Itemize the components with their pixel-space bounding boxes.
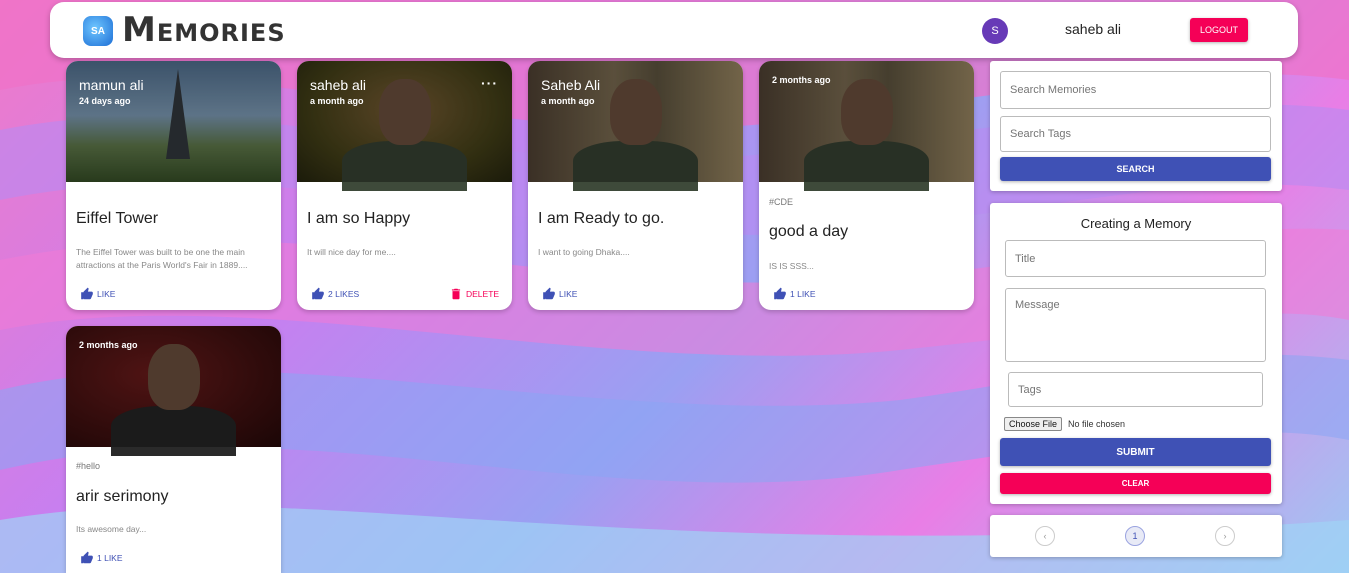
logo-icon: SA <box>83 16 113 46</box>
delete-button[interactable]: DELETE <box>449 287 499 301</box>
like-label: 1 LIKE <box>97 553 123 563</box>
search-button[interactable]: SEARCH <box>1000 157 1271 181</box>
avatar[interactable]: S <box>982 18 1008 44</box>
like-button[interactable]: 2 LIKES <box>311 287 359 301</box>
memory-card[interactable]: saheb ali a month ago ··· I am so Happy … <box>297 61 512 310</box>
user-name: saheb ali <box>1065 21 1122 37</box>
card-message: The Eiffel Tower was built to be one the… <box>76 247 248 270</box>
card-message: IS IS SSS... <box>769 261 814 271</box>
thumb-up-icon <box>774 287 786 300</box>
like-label: 1 LIKE <box>790 289 816 299</box>
card-author: Saheb Ali <box>541 77 601 93</box>
tags-field[interactable] <box>1008 372 1263 407</box>
card-title: good a day <box>769 223 849 240</box>
like-label: LIKE <box>559 289 578 299</box>
card-image: 2 months ago <box>66 326 281 456</box>
page-1-button[interactable]: 1 <box>1125 526 1145 546</box>
like-button[interactable]: LIKE <box>542 287 577 301</box>
search-tags-input[interactable] <box>1000 116 1271 152</box>
delete-label: DELETE <box>466 289 500 299</box>
card-message: Its awesome day... <box>76 524 147 534</box>
search-panel: SEARCH <box>990 61 1282 191</box>
more-options-icon[interactable]: ··· <box>481 75 498 91</box>
card-time: 2 months ago <box>772 75 831 85</box>
card-message: It will nice day for me.... <box>307 247 396 257</box>
search-memories-input[interactable] <box>1000 71 1271 109</box>
choose-file-button[interactable]: Choose File <box>1004 417 1063 431</box>
memory-card[interactable]: 2 months ago #CDE good a day IS IS SSS..… <box>759 61 974 310</box>
person-image <box>111 406 236 456</box>
face-image <box>379 79 431 145</box>
title-field[interactable] <box>1005 240 1266 277</box>
like-label: 2 LIKES <box>328 289 360 299</box>
submit-button[interactable]: SUBMIT <box>1000 438 1271 466</box>
clear-button[interactable]: CLEAR <box>1000 473 1271 494</box>
eiffel-tower-image <box>166 69 190 159</box>
thumb-up-icon <box>81 551 93 564</box>
card-title: I am Ready to go. <box>538 210 665 227</box>
card-author: mamun ali <box>79 77 144 93</box>
card-title: Eiffel Tower <box>76 210 159 227</box>
card-time: 24 days ago <box>79 96 131 106</box>
card-time: a month ago <box>541 96 595 106</box>
card-tags: #hello <box>76 461 101 471</box>
message-field[interactable] <box>1005 288 1266 362</box>
card-image: Saheb Ali a month ago <box>528 61 743 191</box>
like-button[interactable]: 1 LIKE <box>80 551 123 565</box>
thumb-up-icon <box>543 287 555 300</box>
create-memory-form: Creating a Memory Choose File No file ch… <box>990 203 1282 504</box>
file-input: Choose File No file chosen <box>1004 417 1125 431</box>
like-button[interactable]: LIKE <box>80 287 115 301</box>
thumb-up-icon <box>81 287 93 300</box>
card-time: a month ago <box>310 96 364 106</box>
person-image <box>573 141 698 191</box>
face-image <box>841 79 893 145</box>
logout-button[interactable]: LOGOUT <box>1190 18 1248 42</box>
prev-page-icon[interactable]: ‹ <box>1035 526 1055 546</box>
memory-card[interactable]: mamun ali 24 days ago Eiffel Tower The E… <box>66 61 281 310</box>
person-image <box>342 141 467 191</box>
card-image: mamun ali 24 days ago <box>66 61 281 182</box>
app-title[interactable]: Memories <box>122 10 286 50</box>
card-image: 2 months ago <box>759 61 974 191</box>
card-title: arir serimony <box>76 488 169 505</box>
memory-card[interactable]: Saheb Ali a month ago I am Ready to go. … <box>528 61 743 310</box>
form-heading: Creating a Memory <box>1080 216 1192 231</box>
thumb-up-icon <box>312 287 324 300</box>
card-message: I want to going Dhaka.... <box>538 247 630 257</box>
face-image <box>610 79 662 145</box>
pagination: ‹ 1 › <box>990 515 1282 557</box>
card-tags: #CDE <box>769 197 794 207</box>
like-button[interactable]: 1 LIKE <box>773 287 816 301</box>
card-author: saheb ali <box>310 77 367 93</box>
app-bar: SA Memories S saheb ali LOGOUT <box>50 2 1298 58</box>
face-image <box>148 344 200 410</box>
trash-icon <box>451 288 461 300</box>
memory-card[interactable]: 2 months ago #hello arir serimony Its aw… <box>66 326 281 573</box>
card-title: I am so Happy <box>307 210 411 227</box>
next-page-icon[interactable]: › <box>1215 526 1235 546</box>
card-image: saheb ali a month ago ··· <box>297 61 512 191</box>
person-image <box>804 141 929 191</box>
file-status: No file chosen <box>1068 419 1126 429</box>
like-label: LIKE <box>97 289 116 299</box>
card-time: 2 months ago <box>79 340 138 350</box>
